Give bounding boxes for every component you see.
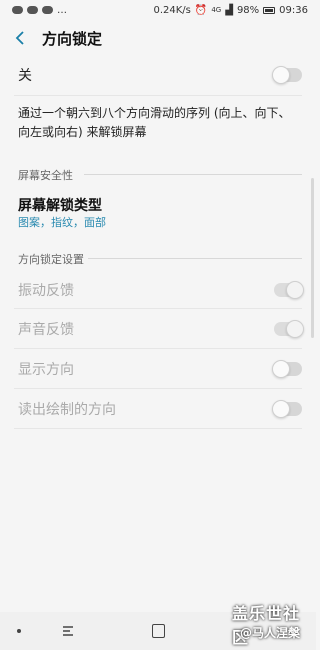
network-speed: 0.24K/s xyxy=(153,4,191,16)
setting-label: 振动反馈 xyxy=(18,283,74,299)
description-text: 通过一个朝六到八个方向滑动的序列 (向上、向下、向左或向右) 来解锁屏幕 xyxy=(18,106,291,139)
section-divider xyxy=(84,174,302,175)
wechat-icon xyxy=(12,6,23,14)
setting-row-read-direction[interactable]: 读出绘制的方向 xyxy=(18,397,302,421)
watermark-author: @马人涅槃 xyxy=(240,626,301,640)
divider xyxy=(14,388,302,389)
page-title: 方向锁定 xyxy=(42,29,103,48)
back-arrow-icon[interactable] xyxy=(0,20,40,56)
section-header-settings: 方向锁定设置 xyxy=(18,253,84,266)
battery-level: 98% xyxy=(236,4,260,16)
wechat-icon xyxy=(27,6,38,14)
divider xyxy=(14,95,302,96)
home-icon[interactable] xyxy=(152,624,165,638)
show-direction-toggle[interactable] xyxy=(272,360,302,378)
read-direction-toggle[interactable] xyxy=(272,400,302,418)
setting-label: 声音反馈 xyxy=(18,322,74,338)
status-bar: … 0.24K/s ⏰ 4G ▟ 98% 09:36 xyxy=(0,0,316,20)
recent-apps-icon[interactable] xyxy=(60,624,76,638)
unlock-type-title[interactable]: 屏幕解锁类型 xyxy=(18,195,102,215)
master-toggle-label: 关 xyxy=(18,68,32,84)
alarm-icon: ⏰ xyxy=(194,4,208,16)
wechat-icon xyxy=(42,6,53,14)
signal-icon: ▟ xyxy=(225,4,233,16)
setting-row-sound[interactable]: 声音反馈 xyxy=(18,317,304,341)
status-left: … xyxy=(12,5,67,16)
unlock-type-subtitle: 图案，指纹，面部 xyxy=(18,216,106,229)
divider xyxy=(14,308,302,309)
more-notifications-icon: … xyxy=(57,4,67,16)
sound-toggle[interactable] xyxy=(274,320,304,338)
status-right: 0.24K/s ⏰ 4G ▟ 98% 09:36 xyxy=(153,5,308,16)
app-bar: 方向锁定 xyxy=(0,20,316,56)
master-toggle-switch[interactable] xyxy=(272,66,302,84)
vibration-toggle[interactable] xyxy=(274,281,304,299)
divider xyxy=(14,428,302,429)
section-header-security: 屏幕安全性 xyxy=(18,169,73,182)
network-type: 4G xyxy=(211,6,222,14)
master-toggle-row[interactable]: 关 xyxy=(18,63,302,87)
setting-row-show-direction[interactable]: 显示方向 xyxy=(18,357,302,381)
clock: 09:36 xyxy=(279,4,308,16)
section-divider xyxy=(88,258,302,259)
nav-dot-icon[interactable] xyxy=(17,629,21,633)
scroll-indicator xyxy=(311,178,314,338)
setting-label: 读出绘制的方向 xyxy=(18,402,116,418)
divider xyxy=(14,348,302,349)
setting-row-vibration[interactable]: 振动反馈 xyxy=(18,278,304,302)
setting-label: 显示方向 xyxy=(18,362,74,378)
battery-icon xyxy=(263,6,276,14)
